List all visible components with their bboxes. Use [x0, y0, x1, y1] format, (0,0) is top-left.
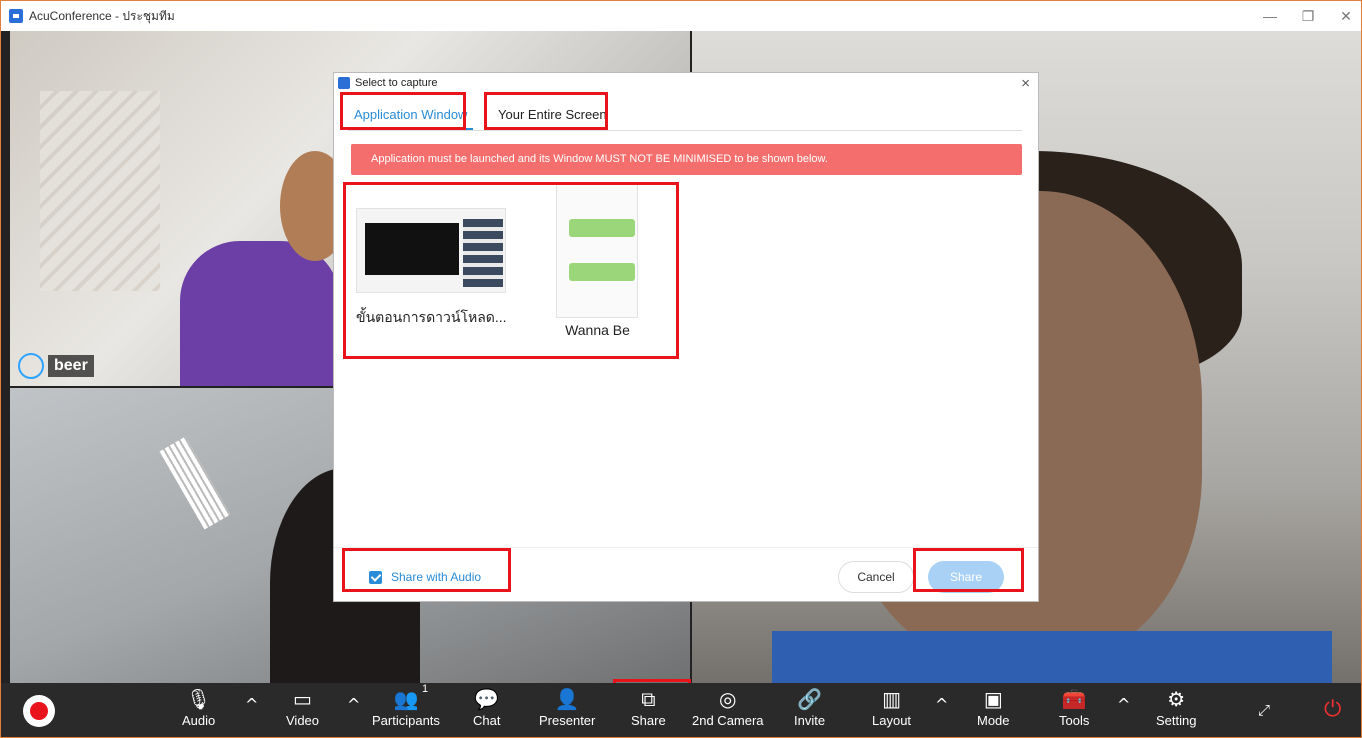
video-camera-icon: ▭ [293, 687, 312, 711]
preview-sidebar [463, 219, 503, 287]
audio-label: Audio [182, 713, 216, 728]
record-button[interactable] [23, 695, 55, 727]
participant-shirt [772, 631, 1332, 683]
select-capture-dialog: Select to capture × Application Window Y… [333, 72, 1039, 602]
tab-entire-screen[interactable]: Your Entire Screen [492, 100, 613, 130]
participant-name: beer [48, 355, 94, 377]
share-audio-checkbox[interactable]: Share with Audio [369, 570, 481, 584]
setting-button[interactable]: ⚙ Setting [1156, 687, 1196, 735]
dialog-close-button[interactable]: × [1021, 75, 1030, 92]
window-preview [356, 208, 506, 293]
layout-button[interactable]: ▥ Layout [872, 687, 911, 735]
participants-icon: 👥 [393, 687, 419, 711]
tools-options-caret[interactable]: ^ [1117, 695, 1130, 714]
participant-name-tag: beer [18, 353, 94, 379]
cancel-button[interactable]: Cancel [838, 561, 914, 593]
audio-options-caret[interactable]: ^ [245, 695, 258, 714]
minimize-button[interactable]: — [1255, 5, 1285, 27]
participants-count: 1 [422, 683, 429, 695]
window-title: AcuConference - ประชุมทีม [29, 8, 175, 23]
presenter-button[interactable]: 👤 Presenter [539, 687, 595, 735]
preview-video-area [365, 223, 459, 275]
capture-tabs: Application Window Your Entire Screen [348, 100, 1022, 131]
participant-figure [180, 241, 340, 386]
window-label: ขั้นตอนการดาวน์โหลด... [356, 309, 507, 325]
invite-label: Invite [794, 713, 826, 728]
video-options-caret[interactable]: ^ [347, 695, 360, 714]
tools-label: Tools [1059, 713, 1090, 728]
share-screen-icon: ⧉ [641, 687, 656, 711]
dialog-footer: Share with Audio Cancel Share [334, 547, 1038, 602]
layout-icon: ▥ [882, 687, 901, 711]
participants-button[interactable]: 👥 1 Participants [372, 683, 440, 735]
app-logo-icon [338, 77, 350, 89]
second-camera-label: 2nd Camera [692, 713, 764, 728]
background-stairs [40, 91, 160, 291]
preview-chat-bubble [569, 263, 635, 281]
presenter-label: Presenter [539, 713, 596, 728]
window-titlebar: AcuConference - ประชุมทีม — ❐ ✕ [1, 1, 1361, 31]
window-thumbnail-browser[interactable]: ขั้นตอนการดาวน์โหลด... [356, 208, 511, 329]
app-logo-icon [9, 9, 23, 23]
gear-icon: ⚙ [1167, 687, 1186, 711]
invite-button[interactable]: 🔗 Invite [794, 687, 825, 735]
chat-icon: 💬 [474, 687, 500, 711]
audio-button[interactable]: 🎙 Audio [182, 687, 215, 735]
share-confirm-button[interactable]: Share [928, 561, 1004, 593]
close-window-button[interactable]: ✕ [1331, 5, 1361, 27]
restore-button[interactable]: ❐ [1293, 5, 1323, 27]
tools-icon: 🧰 [1061, 687, 1087, 711]
app-window: AcuConference - ประชุมทีม — ❐ ✕ beer Sel… [0, 0, 1362, 738]
checkbox-checked-icon [369, 570, 382, 584]
dialog-title: Select to capture [355, 77, 438, 89]
meeting-toolbar: 🎙 Audio ^ ▭ Video ^ 👥 1 Participants 💬 C… [1, 683, 1361, 737]
dialog-titlebar: Select to capture [334, 73, 1038, 93]
share-label: Share [631, 713, 666, 728]
preview-chat-bubble [569, 219, 635, 237]
share-audio-label: Share with Audio [391, 570, 482, 584]
second-camera-button[interactable]: ◎ 2nd Camera [692, 687, 764, 735]
tools-button[interactable]: 🧰 Tools [1059, 687, 1089, 735]
leave-meeting-button[interactable]: ⏻ [1324, 697, 1341, 722]
video-label: Video [286, 713, 320, 728]
mode-label: Mode [977, 713, 1010, 728]
layout-label: Layout [872, 713, 912, 728]
warning-banner: Application must be launched and its Win… [351, 144, 1022, 175]
participants-label: Participants [372, 713, 440, 728]
presenter-icon: 👤 [554, 687, 580, 711]
share-button[interactable]: ⧉ Share [631, 687, 666, 735]
chat-label: Chat [473, 713, 501, 728]
video-button[interactable]: ▭ Video [286, 687, 319, 735]
fullscreen-button[interactable]: ⤢ [1258, 701, 1270, 719]
record-icon [30, 702, 48, 720]
ceiling-light [159, 436, 231, 530]
webcam-icon: ◎ [719, 687, 737, 711]
mode-button[interactable]: ▣ Mode [977, 687, 1010, 735]
setting-label: Setting [1156, 713, 1197, 728]
mode-icon: ▣ [983, 687, 1003, 711]
window-thumbnail-chat[interactable]: Wanna Be [556, 184, 639, 338]
layout-options-caret[interactable]: ^ [935, 695, 948, 714]
window-label: Wanna Be [565, 322, 630, 338]
chat-button[interactable]: 💬 Chat [473, 687, 500, 735]
invite-link-icon: 🔗 [797, 687, 822, 711]
microphone-icon: 🎙 [185, 687, 212, 711]
window-preview [556, 184, 638, 318]
tab-application-window[interactable]: Application Window [348, 100, 474, 130]
microphone-icon [18, 353, 44, 379]
